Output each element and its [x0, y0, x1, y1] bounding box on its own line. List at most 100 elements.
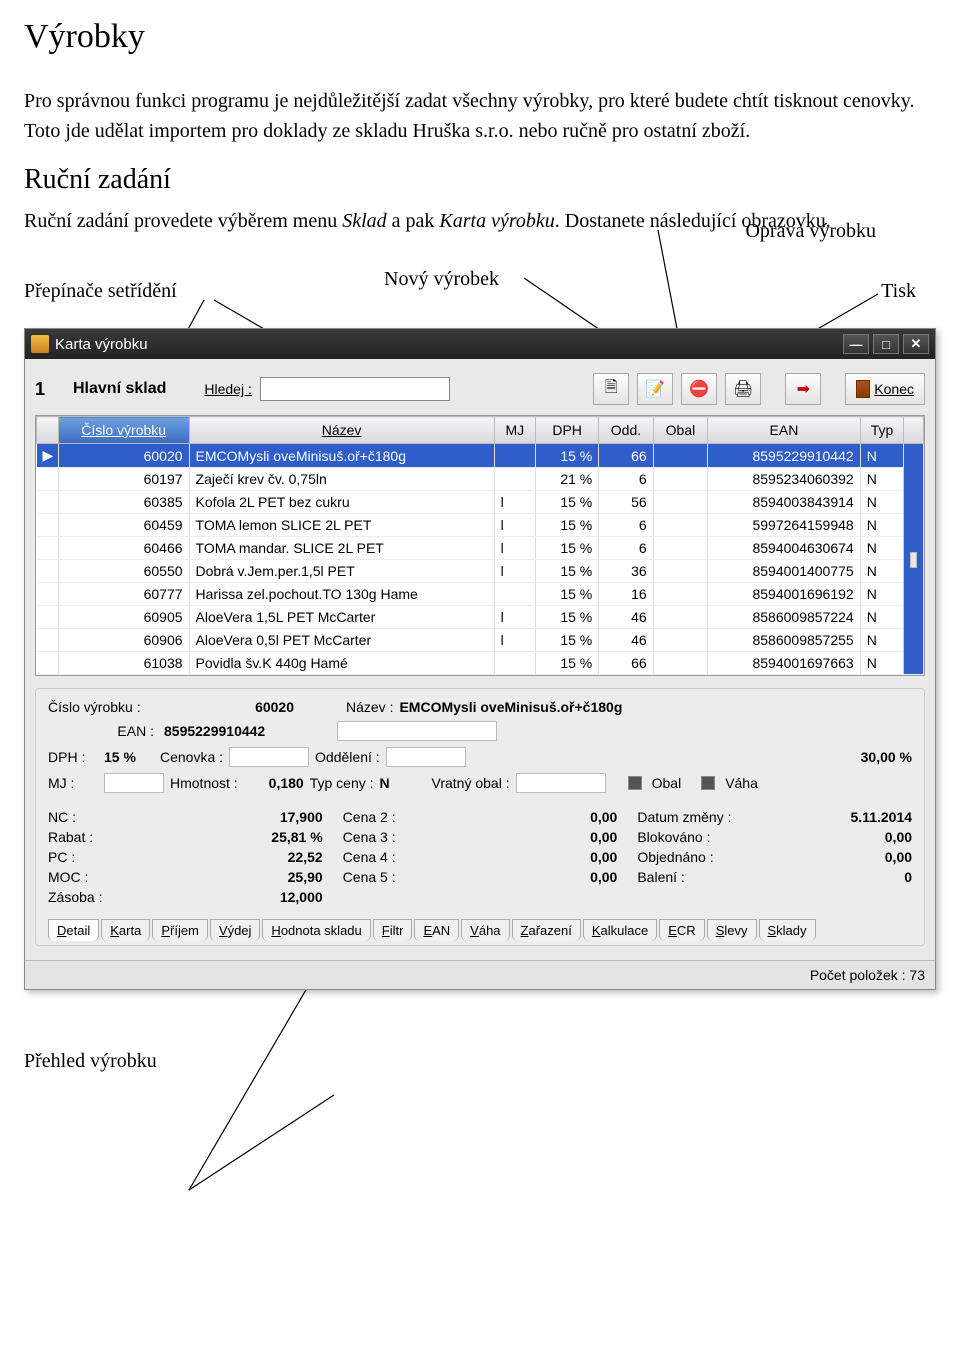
- price-row: Rabat :25,81 %: [48, 827, 323, 847]
- bottom-tab[interactable]: ECR: [659, 919, 704, 941]
- scrollbar[interactable]: [904, 444, 924, 675]
- val-ean: 8595229910442: [164, 723, 265, 739]
- page-heading: Výrobky: [24, 18, 936, 56]
- close-button[interactable]: ✕: [903, 334, 929, 354]
- val-nazev: EMCOMysli oveMinisuš.oř+č180g: [399, 699, 622, 715]
- table-row[interactable]: 60906AloeVera 0,5l PET McCarterl15 %4685…: [37, 629, 924, 652]
- val-cislo: 60020: [164, 699, 294, 715]
- bottom-tab[interactable]: Kalkulace: [583, 919, 657, 941]
- warehouse-number: 1: [35, 379, 65, 400]
- field-nazev2[interactable]: [337, 721, 497, 741]
- table-row[interactable]: 60905AloeVera 1,5L PET McCarterl15 %4685…: [37, 606, 924, 629]
- grid-header-row: Číslo výrobku Název MJ DPH Odd. Obal EAN…: [37, 417, 924, 444]
- close-konec-button[interactable]: Konec: [845, 373, 925, 405]
- label-mj: MJ :: [48, 775, 98, 791]
- bottom-tabs: DetailKartaPříjemVýdejHodnota skladuFilt…: [48, 919, 912, 941]
- bottom-tab[interactable]: Výdej: [210, 919, 261, 941]
- col-header-mj[interactable]: MJ: [494, 417, 535, 444]
- bottom-tab[interactable]: Váha: [461, 919, 509, 941]
- annot-oprava: Oprava výrobku: [745, 220, 876, 243]
- bottom-tab[interactable]: Příjem: [152, 919, 208, 941]
- checkbox-vaha[interactable]: [701, 776, 715, 790]
- status-count: Počet položek : 73: [810, 967, 925, 983]
- delete-button[interactable]: ⛔: [681, 373, 717, 405]
- statusbar: Počet položek : 73: [25, 960, 935, 989]
- label-hmotnost: Hmotnost :: [170, 775, 238, 791]
- label-cenovka: Cenovka :: [160, 749, 223, 765]
- price-row: Objednáno :0,00: [637, 847, 912, 867]
- col-header-dph[interactable]: DPH: [536, 417, 599, 444]
- label-dph: DPH :: [48, 749, 98, 765]
- printer-icon: 🖨: [733, 379, 753, 399]
- field-mj[interactable]: [104, 773, 164, 793]
- edit-button[interactable]: 📝: [637, 373, 673, 405]
- label-oddeleni: Oddělení :: [315, 749, 380, 765]
- minimize-button[interactable]: —: [843, 334, 869, 354]
- price-row: Datum změny :5.11.2014: [637, 807, 912, 827]
- price-row: Blokováno :0,00: [637, 827, 912, 847]
- col-header-odd[interactable]: Odd.: [599, 417, 653, 444]
- bottom-tab[interactable]: EAN: [414, 919, 459, 941]
- price-row: Cena 5 :0,00: [343, 867, 618, 887]
- table-row[interactable]: 60385Kofola 2L PET bez cukrul15 %5685940…: [37, 491, 924, 514]
- annot-prehled: Přehled výrobku: [24, 1050, 936, 1073]
- col-header-typ[interactable]: Typ: [860, 417, 904, 444]
- door-icon: [856, 380, 870, 398]
- table-row[interactable]: 61038Povidla šv.K 440g Hamé15 %668594001…: [37, 652, 924, 675]
- field-oddeleni[interactable]: [386, 747, 466, 767]
- print-button[interactable]: 🖨: [725, 373, 761, 405]
- table-row[interactable]: 60550Dobrá v.Jem.per.1,5l PETl15 %368594…: [37, 560, 924, 583]
- price-row: Cena 3 :0,00: [343, 827, 618, 847]
- bottom-tab[interactable]: Sklady: [759, 919, 816, 941]
- export-button[interactable]: ➡: [785, 373, 821, 405]
- delete-icon: ⛔: [689, 379, 709, 399]
- col-header-nazev[interactable]: Název: [189, 417, 494, 444]
- detail-panel: Číslo výrobku : 60020 Název : EMCOMysli …: [35, 688, 925, 946]
- col-header-ean[interactable]: EAN: [708, 417, 861, 444]
- maximize-button[interactable]: □: [873, 334, 899, 354]
- label-ean: EAN :: [48, 723, 158, 739]
- label-typceny: Typ ceny :: [310, 775, 374, 791]
- search-input[interactable]: [260, 377, 450, 401]
- document-edit-icon: 📝: [645, 379, 665, 399]
- field-cenovka[interactable]: [229, 747, 309, 767]
- bottom-tab[interactable]: Zařazení: [512, 919, 581, 941]
- bottom-tab[interactable]: Slevy: [707, 919, 757, 941]
- grid: Číslo výrobku Název MJ DPH Odd. Obal EAN…: [35, 415, 925, 676]
- val-hmotnost: 0,180: [244, 775, 304, 791]
- price-col-right: Datum změny :5.11.2014Blokováno :0,00Obj…: [637, 807, 912, 907]
- bottom-tab[interactable]: Karta: [101, 919, 150, 941]
- bottom-tab[interactable]: Detail: [48, 919, 99, 941]
- checkbox-obal[interactable]: [628, 776, 642, 790]
- field-vratny[interactable]: [516, 773, 606, 793]
- price-row: MOC :25,90: [48, 867, 323, 887]
- price-row: NC :17,900: [48, 807, 323, 827]
- intro-paragraph: Pro správnou funkci programu je nejdůlež…: [24, 86, 936, 146]
- val-dph: 15 %: [104, 749, 154, 765]
- col-header-obal[interactable]: Obal: [653, 417, 707, 444]
- warehouse-name: Hlavní sklad: [73, 380, 166, 398]
- export-icon: ➡: [797, 379, 810, 399]
- bottom-tab[interactable]: Filtr: [373, 919, 413, 941]
- titlebar[interactable]: Karta výrobku — □ ✕: [25, 329, 935, 359]
- table-row[interactable]: 60777Harissa zel.pochout.TO 130g Hame15 …: [37, 583, 924, 606]
- label-cislo: Číslo výrobku :: [48, 699, 158, 715]
- col-header-cislo[interactable]: Číslo výrobku: [58, 417, 189, 444]
- annot-prep: Přepínače setřídění: [24, 280, 177, 303]
- new-button[interactable]: 🗎: [593, 373, 629, 405]
- window: Karta výrobku — □ ✕ 1 Hlavní sklad Hlede…: [24, 328, 936, 990]
- table-row[interactable]: 60459TOMA lemon SLICE 2L PETl15 %6599726…: [37, 514, 924, 537]
- table-row[interactable]: ▶60020EMCOMysli oveMinisuš.oř+č180g15 %6…: [37, 444, 924, 468]
- window-title: Karta výrobku: [55, 336, 148, 353]
- annot-novy: Nový výrobek: [384, 268, 499, 291]
- annot-tisk: Tisk: [881, 280, 916, 303]
- table-row[interactable]: 60197Zaječí krev čv. 0,75ln21 %685952340…: [37, 468, 924, 491]
- app-icon: [31, 335, 49, 353]
- price-row: Zásoba :12,000: [48, 887, 323, 907]
- price-row: PC :22,52: [48, 847, 323, 867]
- subheading: Ruční zadání: [24, 164, 936, 196]
- bottom-tab[interactable]: Hodnota skladu: [262, 919, 370, 941]
- price-col-left: NC :17,900Rabat :25,81 %PC :22,52MOC :25…: [48, 807, 323, 907]
- table-row[interactable]: 60466TOMA mandar. SLICE 2L PETl15 %68594…: [37, 537, 924, 560]
- label-vratny: Vratný obal :: [432, 775, 510, 791]
